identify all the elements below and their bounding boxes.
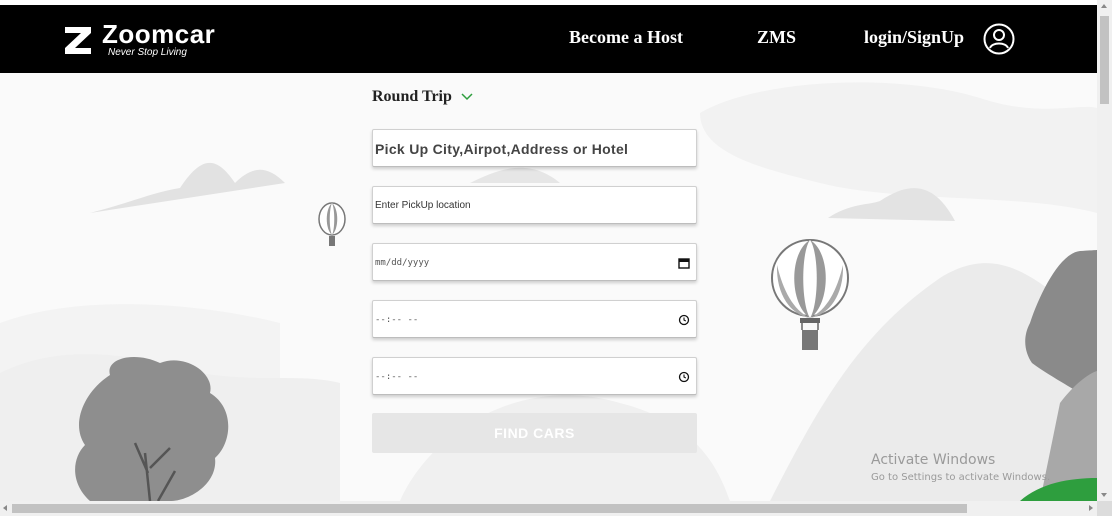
watermark-title: Activate Windows (871, 452, 996, 468)
pickup-location-placeholder: Enter PickUp location (375, 200, 471, 211)
pickup-city-placeholder: Pick Up City,Airpot,Address or Hotel (375, 141, 629, 157)
clock-icon[interactable] (678, 371, 690, 383)
scrollbar-corner (1097, 501, 1112, 516)
scroll-down-arrow-icon[interactable] (1101, 493, 1107, 497)
activate-windows-watermark: Activate Windows Go to Settings to activ… (871, 452, 1050, 483)
pickup-city-input[interactable]: Pick Up City,Airpot,Address or Hotel (372, 129, 697, 167)
brand-name: Zoomcar (102, 19, 216, 49)
scroll-right-arrow-icon[interactable] (1089, 505, 1093, 511)
nav-zms[interactable]: ZMS (757, 27, 796, 48)
start-time-input[interactable]: --:-- -- (372, 300, 697, 338)
scroll-up-arrow-icon[interactable] (1101, 4, 1107, 8)
date-placeholder: mm/dd/yyyy (375, 258, 430, 268)
end-time-input[interactable]: --:-- -- (372, 357, 697, 395)
horizontal-scroll-thumb[interactable] (12, 504, 967, 513)
user-circle-icon[interactable] (982, 22, 1016, 56)
calendar-icon[interactable] (678, 257, 690, 269)
start-time-placeholder: --:-- -- (375, 315, 419, 325)
clock-icon[interactable] (678, 314, 690, 326)
pickup-date-input[interactable]: mm/dd/yyyy (372, 243, 697, 281)
logo[interactable]: Zoomcar Never Stop Living (62, 21, 215, 58)
pickup-location-input[interactable]: Enter PickUp location (372, 186, 697, 224)
nav-login-signup[interactable]: login/SignUp (864, 27, 964, 48)
watermark-subtitle: Go to Settings to activate Windows. (871, 472, 1051, 483)
vertical-scroll-thumb[interactable] (1100, 16, 1109, 104)
horizontal-scrollbar[interactable] (0, 501, 1097, 516)
find-cars-button[interactable]: FIND CARS (372, 413, 697, 453)
nav-become-host[interactable]: Become a Host (569, 27, 683, 48)
trip-type-label: Round Trip (372, 88, 452, 105)
scroll-left-arrow-icon[interactable] (3, 505, 7, 511)
zoomcar-z-logo-icon (65, 26, 91, 54)
logo-text: Zoomcar Never Stop Living (102, 21, 215, 58)
trip-type-dropdown[interactable]: Round Trip (372, 88, 473, 106)
chevron-down-icon (461, 93, 473, 101)
brand-tagline: Never Stop Living (108, 47, 187, 58)
vertical-scrollbar[interactable] (1097, 0, 1112, 501)
small-balloon (318, 202, 346, 246)
big-balloon (771, 239, 849, 350)
navbar: Zoomcar Never Stop Living Become a Host … (0, 5, 1097, 73)
end-time-placeholder: --:-- -- (375, 372, 419, 382)
